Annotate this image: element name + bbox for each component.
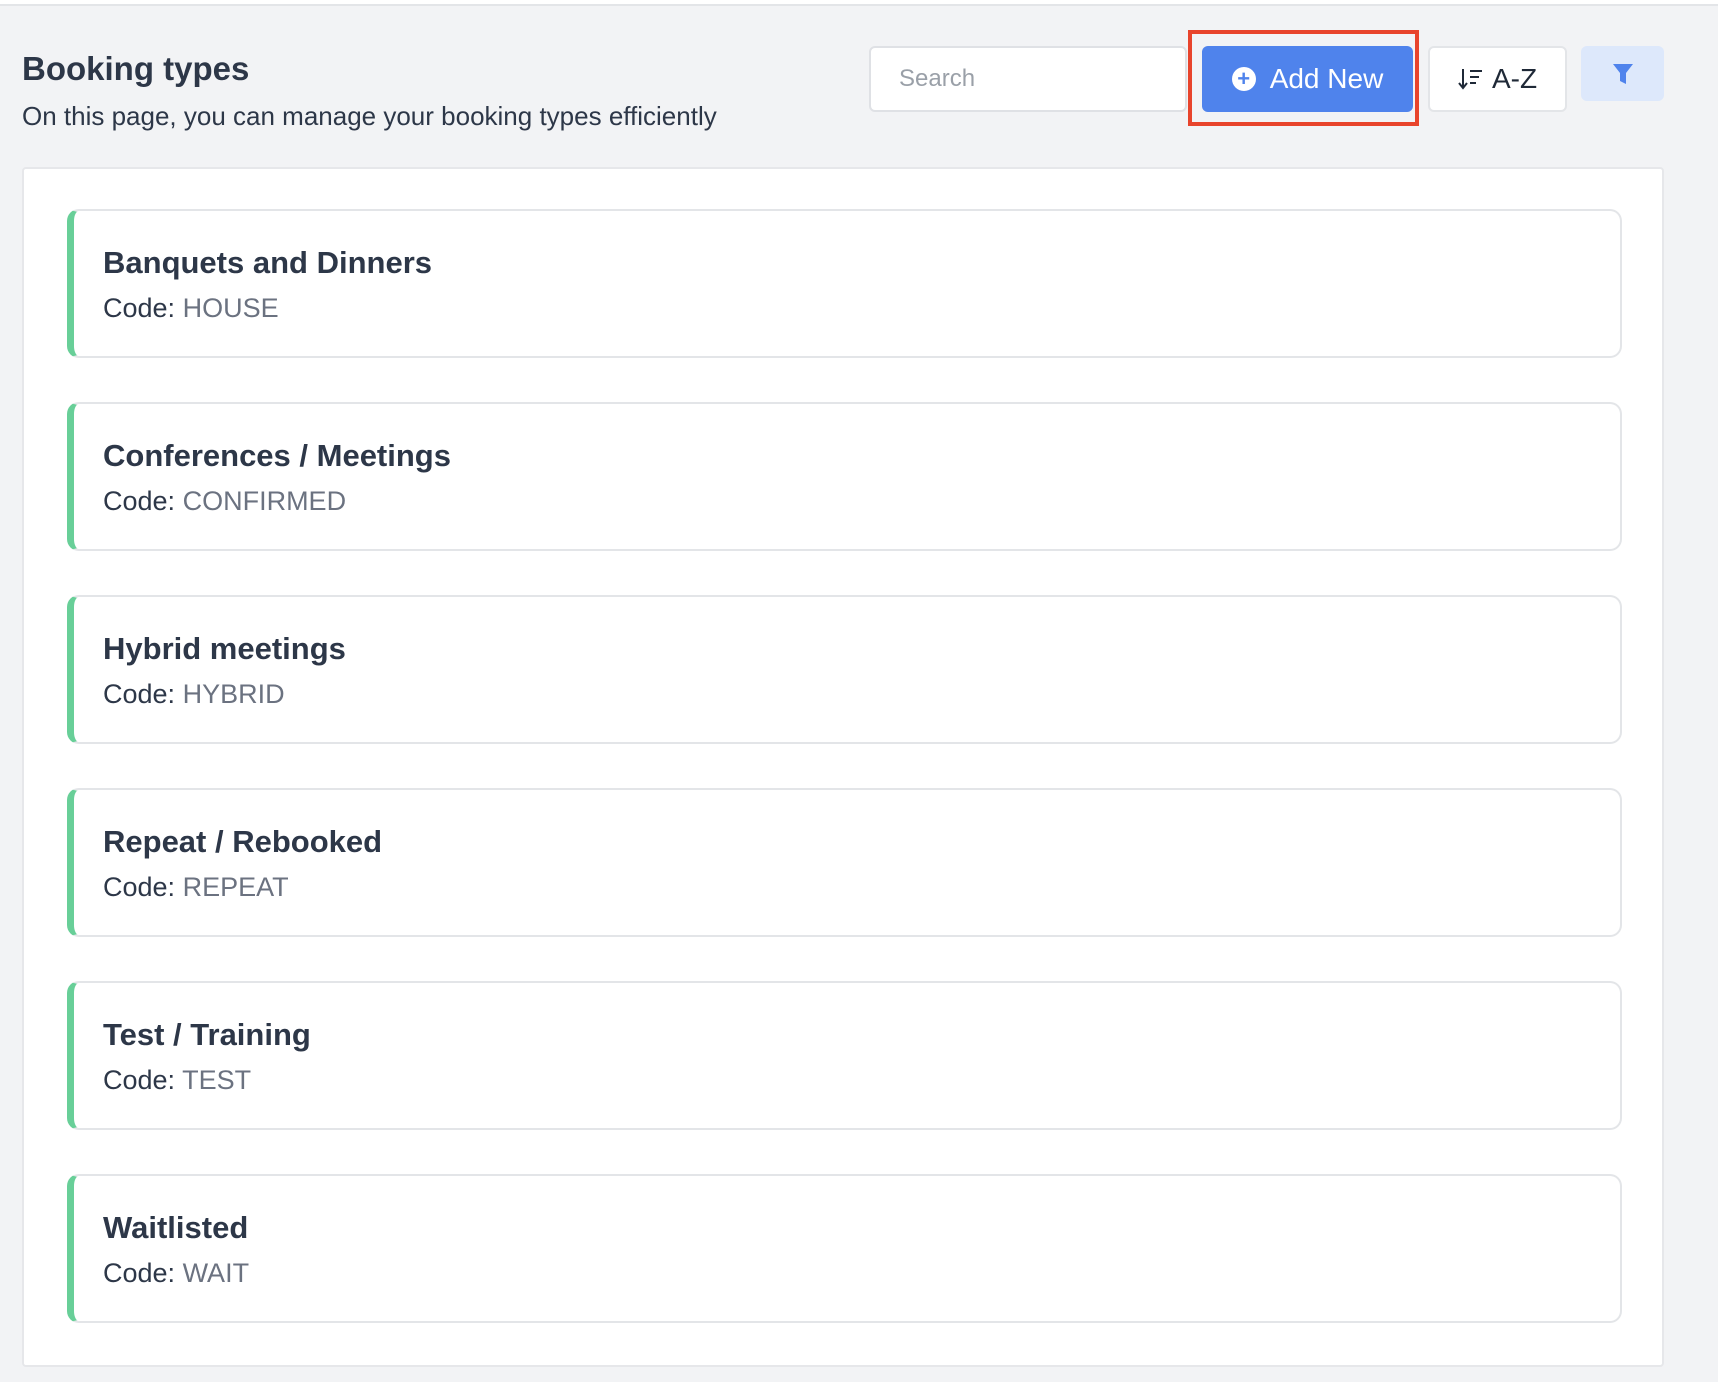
code-label: Code: bbox=[103, 293, 175, 323]
booking-type-name: Hybrid meetings bbox=[103, 631, 346, 667]
booking-type-name: Test / Training bbox=[103, 1017, 311, 1053]
code-label: Code: bbox=[103, 1065, 175, 1095]
booking-type-card[interactable]: Banquets and Dinners Code: HOUSE bbox=[67, 209, 1622, 358]
booking-type-code: Code: REPEAT bbox=[103, 872, 289, 903]
code-label: Code: bbox=[103, 679, 175, 709]
code-value: REPEAT bbox=[183, 872, 289, 902]
booking-type-code: Code: HYBRID bbox=[103, 679, 285, 710]
booking-type-name: Waitlisted bbox=[103, 1210, 248, 1246]
booking-type-card[interactable]: Hybrid meetings Code: HYBRID bbox=[67, 595, 1622, 744]
booking-type-card[interactable]: Repeat / Rebooked Code: REPEAT bbox=[67, 788, 1622, 937]
page-title: Booking types bbox=[22, 50, 249, 88]
booking-types-panel: Banquets and Dinners Code: HOUSE Conferen… bbox=[22, 167, 1664, 1367]
sort-descending-icon bbox=[1458, 67, 1484, 91]
booking-type-code: Code: WAIT bbox=[103, 1258, 249, 1289]
code-value: TEST bbox=[182, 1065, 251, 1095]
booking-type-card[interactable]: Test / Training Code: TEST bbox=[67, 981, 1622, 1130]
sort-button[interactable]: A-Z bbox=[1428, 46, 1567, 112]
booking-type-name: Conferences / Meetings bbox=[103, 438, 451, 474]
code-value: WAIT bbox=[183, 1258, 250, 1288]
booking-type-name: Repeat / Rebooked bbox=[103, 824, 382, 860]
add-new-label: Add New bbox=[1270, 63, 1384, 95]
add-new-button[interactable]: + Add New bbox=[1202, 46, 1413, 112]
booking-type-name: Banquets and Dinners bbox=[103, 245, 432, 281]
page-subtitle: On this page, you can manage your bookin… bbox=[22, 101, 717, 132]
plus-circle-icon: + bbox=[1232, 67, 1256, 91]
code-value: CONFIRMED bbox=[183, 486, 347, 516]
code-value: HYBRID bbox=[183, 679, 285, 709]
booking-type-card[interactable]: Waitlisted Code: WAIT bbox=[67, 1174, 1622, 1323]
sort-label: A-Z bbox=[1492, 63, 1537, 95]
top-border bbox=[0, 0, 1718, 6]
booking-type-code: Code: CONFIRMED bbox=[103, 486, 346, 517]
code-label: Code: bbox=[103, 872, 175, 902]
filter-button[interactable] bbox=[1581, 46, 1664, 101]
funnel-icon bbox=[1612, 62, 1634, 86]
code-label: Code: bbox=[103, 1258, 175, 1288]
search-input[interactable] bbox=[869, 46, 1187, 112]
code-value: HOUSE bbox=[183, 293, 279, 323]
booking-type-code: Code: HOUSE bbox=[103, 293, 279, 324]
booking-type-card[interactable]: Conferences / Meetings Code: CONFIRMED bbox=[67, 402, 1622, 551]
booking-type-code: Code: TEST bbox=[103, 1065, 251, 1096]
code-label: Code: bbox=[103, 486, 175, 516]
